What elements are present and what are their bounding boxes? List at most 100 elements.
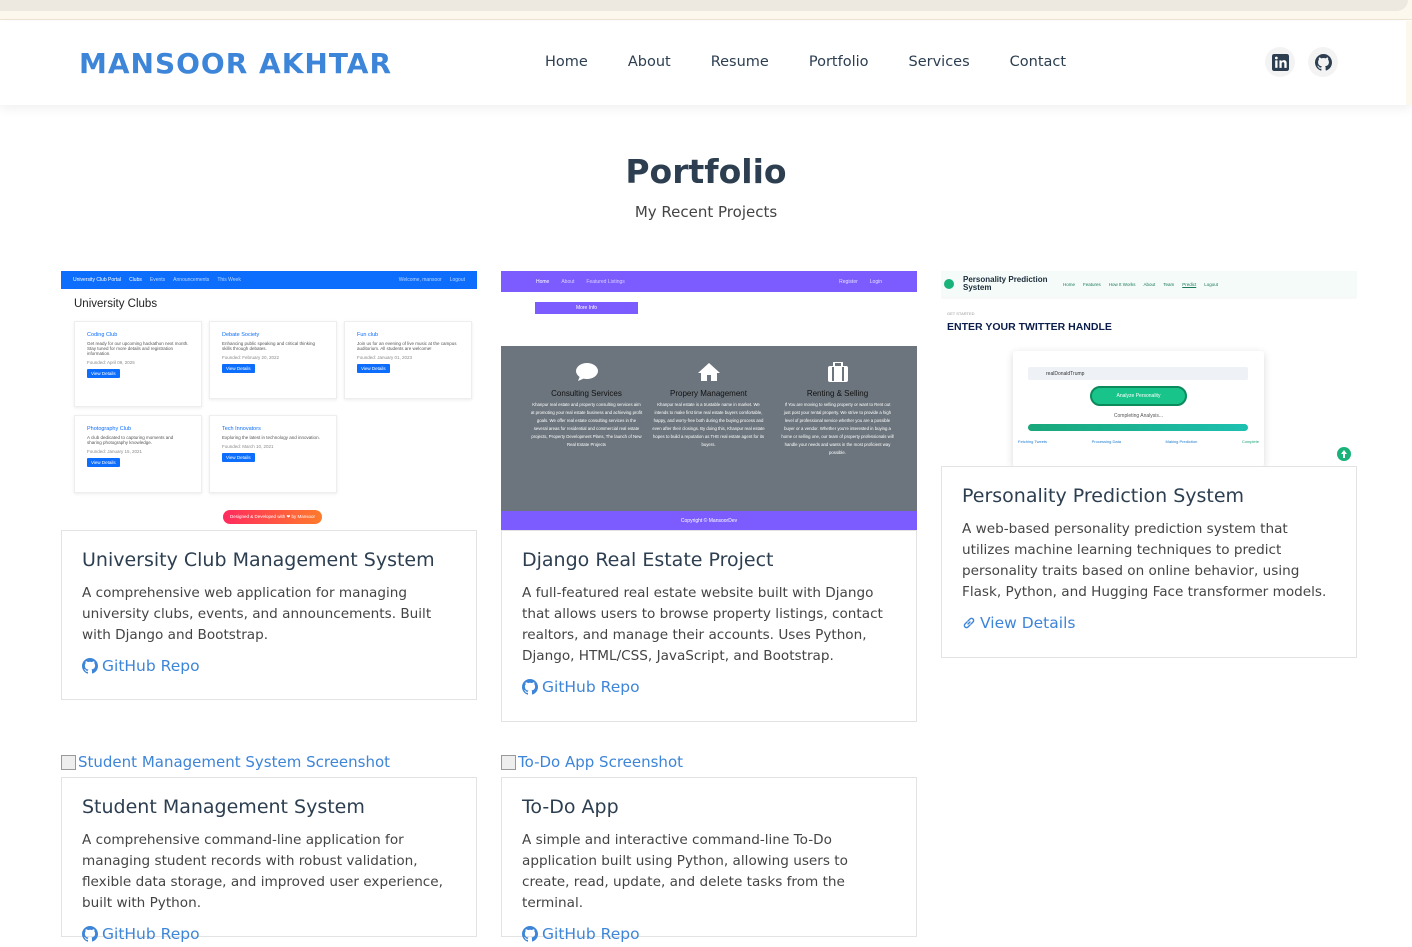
mini-view-details-button: View Details — [357, 364, 390, 373]
mini-nav-link: About — [1143, 281, 1156, 287]
mini-club-name: Fun club — [357, 332, 379, 338]
project-card-body: Django Real Estate Project A full-featur… — [501, 530, 917, 722]
mini-nav-login: Login — [869, 278, 882, 285]
link-label: GitHub Repo — [542, 925, 640, 943]
mini-club-text: A club dedicated to capturing moments an… — [87, 435, 174, 445]
mini-club-name: Debate Society — [222, 332, 260, 338]
broken-image-icon — [501, 754, 516, 770]
brand-logo[interactable]: MANSOOR AKHTAR — [79, 47, 392, 80]
mini-progress-track — [1028, 424, 1248, 431]
mini-step: Processing Data — [1091, 439, 1121, 444]
mini-step: Fetching Tweets — [1018, 439, 1048, 444]
mini-service-text: Khanpur real estate is a trustable name … — [652, 402, 765, 447]
mini-service-text: If You are moving to selling property or… — [781, 402, 894, 455]
mini-view-details-button: View Details — [222, 364, 255, 373]
mini-club-card: Coding Club Get ready for our upcoming h… — [74, 321, 202, 407]
mini-club-name: Photography Club — [87, 426, 132, 432]
suitcase-icon — [827, 361, 848, 382]
project-screenshot[interactable]: Home About Featured Listings Register Lo… — [501, 271, 917, 531]
github-icon — [522, 926, 538, 942]
mini-nav-link: Features — [1083, 281, 1101, 287]
mini-club-card: Fun club Join us for an evening of live … — [344, 321, 472, 399]
nav-services[interactable]: Services — [909, 54, 970, 70]
nav-about[interactable]: About — [628, 54, 671, 70]
comment-icon — [575, 363, 598, 381]
project-card-body: Student Management System A comprehensiv… — [61, 777, 477, 943]
mini-steps: Fetching Tweets Processing Data Making P… — [1018, 439, 1259, 444]
mini-nav-link: Announcements — [173, 277, 210, 283]
mini-club-text: Exploring the latest in technology and i… — [222, 435, 320, 440]
mini-service: Renting & Selling If You are moving to s… — [781, 361, 894, 457]
mini-heading: University Clubs — [74, 298, 158, 310]
image-alt-text: To-Do App Screenshot — [518, 753, 683, 771]
nav-home[interactable]: Home — [545, 54, 588, 70]
mini-step: Making Prediction — [1165, 439, 1198, 444]
browser-top-strip — [0, 0, 1412, 20]
mini-club-name: Tech Innovators — [222, 426, 261, 432]
link-label: GitHub Repo — [542, 678, 640, 696]
project-screenshot[interactable]: Personality Prediction System Home Featu… — [941, 271, 1357, 467]
mini-nav-link: Predict — [1182, 281, 1197, 287]
project-description: A simple and interactive command-line To… — [522, 832, 848, 911]
mini-club-founded: Founded: March 10, 2021 — [222, 444, 274, 449]
mini-nav-link: Home — [1063, 281, 1076, 287]
mini-service-title: Renting & Selling — [806, 389, 869, 398]
view-details-link[interactable]: View Details — [962, 614, 1075, 632]
project-title: Django Real Estate Project — [522, 549, 774, 571]
mini-club-founded: Founded: January 01, 2023 — [357, 355, 413, 360]
home-icon — [697, 363, 720, 381]
mini-service-title: Propery Management — [670, 389, 747, 398]
mini-view-details-button: View Details — [87, 458, 120, 467]
mini-brand: Personality Prediction System — [963, 275, 1048, 292]
mini-progress-label: Completing Analysis... — [1113, 413, 1164, 419]
github-icon — [82, 658, 98, 674]
link-label: GitHub Repo — [102, 657, 200, 675]
github-repo-link[interactable]: GitHub Repo — [522, 678, 640, 696]
broken-image[interactable]: Student Management System Screenshot — [61, 753, 390, 771]
mini-nav-brand: University Club Portal — [73, 277, 122, 283]
mini-nav-logout: Logout — [449, 277, 465, 283]
mini-club-founded: Founded: January 15, 2021 — [87, 449, 143, 454]
image-alt-text: Student Management System Screenshot — [78, 753, 391, 771]
mini-form-card: realDonaldTrump Analyze Personality Comp… — [1013, 351, 1264, 467]
github-icon[interactable] — [1308, 47, 1338, 77]
project-description: A web-based personality prediction syste… — [962, 521, 1327, 600]
linkedin-icon[interactable] — [1265, 47, 1295, 77]
scroll-top-icon — [1337, 447, 1351, 461]
mini-nav-link: About — [561, 278, 575, 285]
mini-nav-register: Register — [839, 278, 858, 285]
mini-service-text: Khanpur real estate and property consult… — [530, 402, 643, 447]
mini-progress-fill — [1028, 424, 1248, 431]
mini-service-title: Consulting Services — [551, 389, 622, 398]
mini-step: Complete — [1241, 439, 1259, 444]
navbar: MANSOOR AKHTAR Home About Resume Portfol… — [0, 21, 1412, 105]
github-repo-link[interactable]: GitHub Repo — [82, 657, 200, 675]
mini-club-text: Enhancing public speaking and critical t… — [222, 341, 316, 351]
github-repo-link[interactable]: GitHub Repo — [82, 925, 200, 943]
mini-eyebrow: GET STARTED — [947, 311, 975, 316]
project-title: Personality Prediction System — [962, 485, 1245, 507]
project-title: Student Management System — [82, 796, 365, 818]
mini-nav-link: How It Works — [1108, 281, 1136, 287]
mini-service: Propery Management Khanpur real estate i… — [652, 362, 765, 449]
project-description: A full-featured real estate website buil… — [522, 585, 883, 664]
project-card-body: To-Do App A simple and interactive comma… — [501, 777, 917, 943]
github-icon — [82, 926, 98, 942]
mini-club-card: Tech Innovators Exploring the latest in … — [209, 415, 337, 493]
nav-resume[interactable]: Resume — [711, 54, 769, 70]
nav-contact[interactable]: Contact — [1010, 54, 1066, 70]
mini-view-details-button: View Details — [87, 369, 120, 378]
mini-service: Consulting Services Khanpur real estate … — [530, 362, 643, 449]
broken-image[interactable]: To-Do App Screenshot — [501, 753, 683, 771]
mini-nav-link: Featured Listings — [586, 278, 625, 285]
mini-footer: Copyright © MansoorDev — [501, 511, 917, 531]
mini-nav-welcome: Welcome, mansoor — [398, 277, 442, 283]
project-screenshot[interactable]: University Club Portal Clubs Events Anno… — [61, 271, 477, 531]
mini-club-card: Debate Society Enhancing public speaking… — [209, 321, 337, 399]
mini-nav-link: This Week — [217, 277, 241, 283]
link-label: GitHub Repo — [102, 925, 200, 943]
nav-portfolio[interactable]: Portfolio — [809, 54, 869, 70]
github-repo-link[interactable]: GitHub Repo — [522, 925, 640, 943]
mini-more-info-button: More Info — [535, 302, 638, 314]
project-title: To-Do App — [522, 796, 619, 818]
